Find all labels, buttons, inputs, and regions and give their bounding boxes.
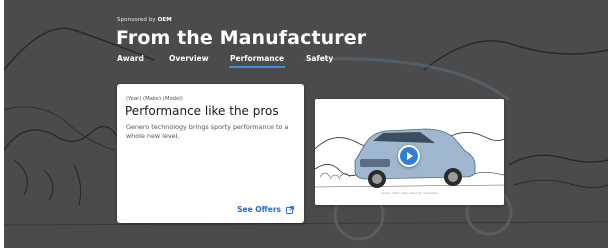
tab-performance[interactable]: Performance — [228, 54, 286, 68]
vehicle-eyebrow: (Year) (Make) (Model) — [126, 96, 183, 102]
sponsor-label: Sponsored by OEM — [117, 17, 172, 23]
tab-safety[interactable]: Safety — [306, 54, 333, 63]
external-link-icon — [286, 205, 294, 214]
video-caption: Genero 2019. Clean demo for illustration — [380, 191, 439, 195]
play-button[interactable] — [398, 145, 420, 167]
see-offers-link[interactable]: See Offers — [237, 205, 294, 214]
card-headline: Performance like the pros — [125, 104, 279, 118]
see-offers-label: See Offers — [237, 205, 281, 214]
tab-award[interactable]: Award — [117, 54, 144, 63]
sponsor-brand: OEM — [157, 17, 172, 23]
card-description: Genero technology brings sporty performa… — [126, 123, 289, 140]
feature-card: (Year) (Make) (Model) Performance like t… — [117, 84, 304, 223]
sponsor-prefix: Sponsored by — [117, 17, 156, 23]
play-icon — [400, 147, 418, 165]
tab-overview[interactable]: Overview — [169, 54, 209, 63]
manufacturer-module: Sponsored by OEM From the Manufacturer A… — [0, 0, 608, 252]
page-title: From the Manufacturer — [116, 27, 367, 49]
